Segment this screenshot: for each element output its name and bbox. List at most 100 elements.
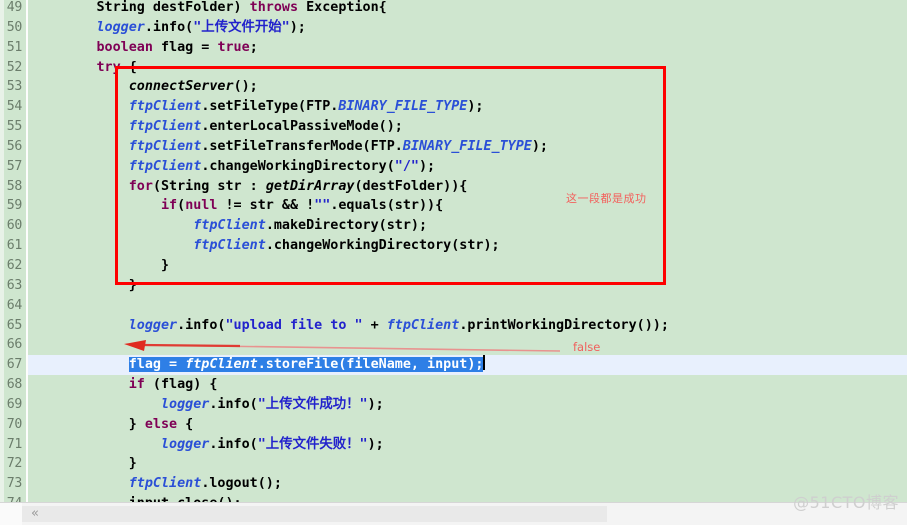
line-number: 51 — [6, 39, 23, 55]
code-token: logger — [161, 396, 210, 412]
code-token: else — [144, 416, 178, 432]
code-text[interactable]: flag = ftpClient.storeFile(fileName, inp… — [32, 355, 486, 375]
code-line[interactable]: 72 } — [0, 454, 907, 474]
line-number: 67 — [6, 357, 23, 373]
chevron-left-icon[interactable]: « — [28, 506, 42, 522]
line-number: 50 — [6, 19, 23, 35]
code-line[interactable]: 49 String destFolder) throws Exception{ — [0, 0, 907, 18]
line-number: 63 — [6, 277, 23, 293]
code-token: (flag) { — [144, 377, 218, 393]
line-number: 69 — [6, 396, 23, 412]
annotation-false-note: false — [573, 340, 601, 354]
code-token: ); — [367, 396, 384, 412]
line-number: 71 — [6, 436, 23, 452]
scrollbar-thumb[interactable] — [22, 506, 607, 522]
watermark: @51CTO博客 — [793, 493, 899, 512]
red-arrow-annotation — [120, 340, 690, 358]
line-number: 60 — [6, 218, 23, 234]
code-line[interactable]: 64 — [0, 296, 907, 316]
code-token: boolean — [96, 39, 153, 55]
code-token: logger — [161, 436, 210, 452]
line-number: 58 — [6, 178, 23, 194]
line-number: 68 — [6, 377, 23, 393]
line-number: 57 — [6, 158, 23, 174]
code-text[interactable]: ftpClient.logout(); — [32, 474, 282, 494]
code-token: true — [217, 39, 250, 55]
code-token-selected: flag = — [128, 357, 186, 373]
annotation-success-note: 这一段都是成功 — [566, 192, 647, 205]
line-number: 66 — [6, 337, 23, 353]
line-number: 54 — [6, 99, 23, 115]
code-line[interactable]: 50 logger.info("上传文件开始"); — [0, 18, 907, 38]
code-token: + — [362, 317, 387, 333]
code-token: .info( — [144, 19, 194, 35]
code-line[interactable]: 74 input.close(); — [0, 494, 907, 502]
code-line[interactable]: 67 flag = ftpClient.storeFile(fileName, … — [0, 355, 907, 376]
code-text[interactable]: String destFolder) throws Exception{ — [32, 0, 387, 18]
line-number: 70 — [6, 416, 23, 432]
code-text[interactable]: input.close(); — [32, 494, 242, 502]
code-token: .info( — [209, 436, 258, 452]
line-number: 72 — [6, 456, 23, 472]
line-number: 73 — [6, 476, 23, 492]
code-token: ); — [289, 19, 306, 35]
code-text[interactable]: } — [32, 454, 137, 474]
code-token: ); — [367, 436, 384, 452]
code-line[interactable]: 68 if (flag) { — [0, 375, 907, 395]
code-token: ftpClient — [386, 317, 460, 333]
line-number: 59 — [6, 198, 23, 214]
line-number: 56 — [6, 138, 23, 154]
code-line[interactable]: 70 } else { — [0, 415, 907, 435]
screenshot-root: 49 String destFolder) throws Exception{5… — [0, 0, 907, 525]
code-text[interactable]: logger.info("upload file to " + ftpClien… — [32, 316, 669, 336]
code-token: logger — [96, 19, 145, 35]
code-line[interactable]: 65 logger.info("upload file to " + ftpCl… — [0, 316, 907, 336]
code-token: .info( — [177, 317, 226, 333]
code-text[interactable]: boolean flag = true; — [32, 38, 258, 58]
code-token: Exception{ — [298, 0, 387, 15]
code-token-selected: ftpClient — [185, 357, 258, 373]
line-number: 52 — [6, 59, 23, 75]
code-token: String destFolder) — [32, 0, 250, 15]
code-line[interactable]: 69 logger.info("上传文件成功！"); — [0, 395, 907, 415]
code-text[interactable]: if (flag) { — [32, 375, 218, 395]
line-number: 53 — [6, 79, 23, 95]
code-line[interactable]: 73 ftpClient.logout(); — [0, 474, 907, 494]
code-token: flag = — [152, 39, 218, 55]
code-token-selected: .storeFile(fileName, input); — [257, 357, 484, 373]
code-text[interactable]: logger.info("上传文件成功！"); — [32, 395, 384, 415]
code-token: } — [32, 456, 137, 472]
line-number: 49 — [6, 0, 23, 15]
code-token: { — [177, 416, 194, 432]
code-text[interactable]: logger.info("上传文件开始"); — [32, 18, 306, 38]
line-number: 61 — [6, 238, 23, 254]
code-token: .logout(); — [201, 476, 282, 492]
code-token: "上传文件成功！" — [257, 396, 368, 412]
code-text[interactable]: } else { — [32, 415, 194, 435]
horizontal-scrollbar[interactable]: « — [0, 502, 907, 525]
line-number: 64 — [6, 297, 23, 313]
code-token: if — [128, 377, 145, 393]
code-token: "upload file to " — [225, 317, 363, 333]
scrollbar-left-cap[interactable] — [0, 503, 22, 525]
code-token: ; — [249, 39, 258, 55]
line-number: 74 — [0, 494, 23, 502]
code-token: .printWorkingDirectory()); — [459, 317, 669, 333]
line-number: 62 — [6, 257, 23, 273]
code-line[interactable]: 71 logger.info("上传文件失败！"); — [0, 435, 907, 455]
arrow-left-icon — [124, 340, 561, 352]
code-text[interactable]: logger.info("上传文件失败！"); — [32, 435, 384, 455]
code-token: logger — [128, 317, 178, 333]
red-annotation-box — [115, 66, 666, 285]
code-token: "上传文件开始" — [193, 19, 290, 35]
code-line[interactable]: 51 boolean flag = true; — [0, 38, 907, 58]
code-token: throws — [249, 0, 299, 15]
